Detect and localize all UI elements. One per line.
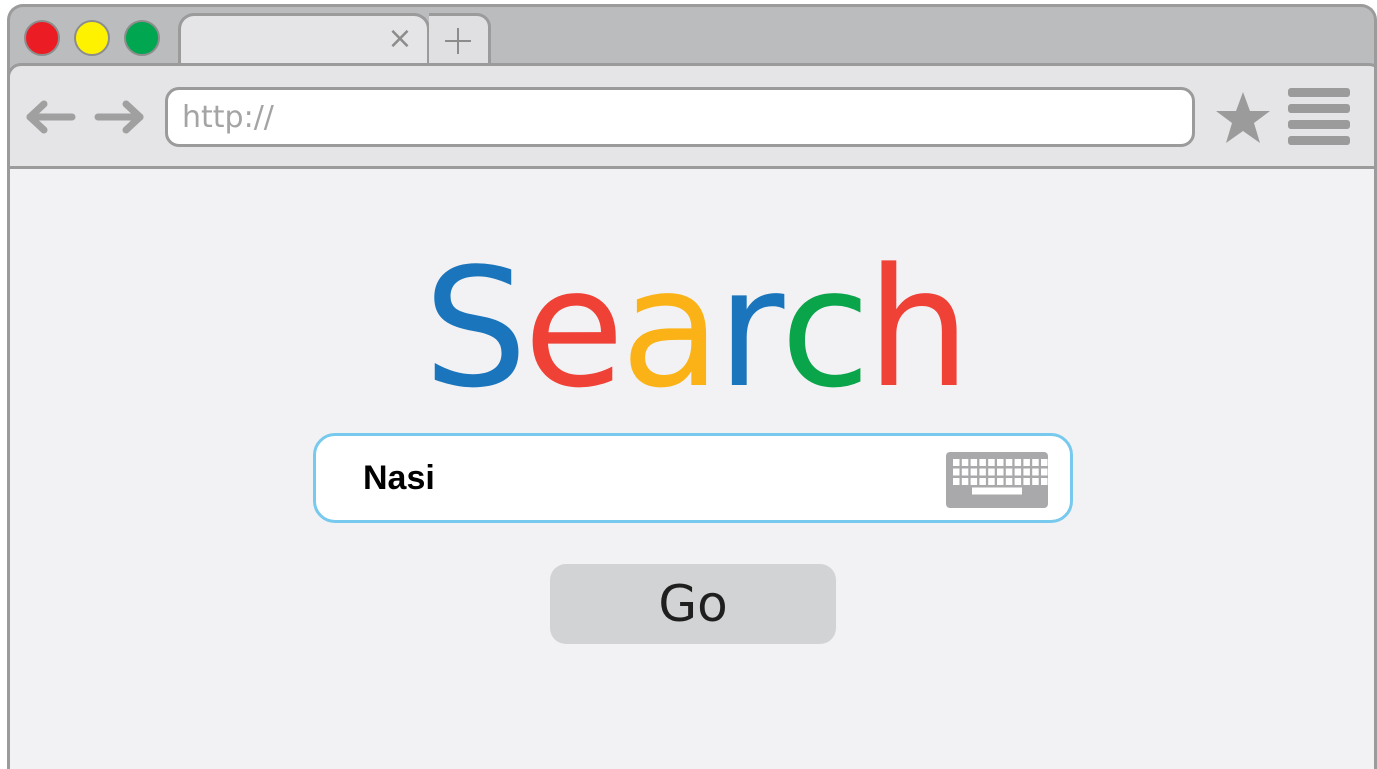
plus-icon (445, 28, 471, 54)
search-input-value: Nasi (363, 459, 435, 497)
logo-letter: a (620, 233, 720, 424)
minimize-window-button[interactable] (74, 20, 110, 56)
address-text: http:// (182, 99, 274, 135)
forward-button[interactable] (94, 100, 146, 134)
maximize-window-button[interactable] (124, 20, 160, 56)
keyboard-button[interactable] (946, 452, 1048, 508)
arrow-right-icon (94, 100, 144, 134)
close-icon[interactable]: × (387, 24, 413, 54)
logo-letter: e (523, 233, 625, 424)
browser-tab[interactable]: × (178, 13, 430, 69)
logo-letter: r (716, 233, 784, 424)
menu-button[interactable] (1288, 88, 1350, 146)
logo-letter: S (423, 233, 527, 424)
logo-letter: c (780, 233, 870, 424)
search-input[interactable]: Nasi (313, 433, 1073, 523)
browser-window: × http:// Search Nasi Go (7, 4, 1377, 769)
search-logo: Search (10, 233, 1374, 424)
page-content: Search Nasi Go (10, 166, 1374, 769)
star-icon (1216, 92, 1270, 143)
bookmark-button[interactable] (1215, 90, 1271, 146)
logo-letter: h (866, 233, 971, 424)
back-button[interactable] (24, 100, 76, 134)
go-button[interactable]: Go (550, 564, 836, 644)
new-tab-button[interactable] (429, 13, 491, 65)
arrow-left-icon (26, 100, 76, 134)
close-window-button[interactable] (24, 20, 60, 56)
address-bar[interactable]: http:// (165, 87, 1195, 147)
browser-toolbar: http:// (10, 63, 1374, 169)
keyboard-icon (946, 452, 1048, 508)
